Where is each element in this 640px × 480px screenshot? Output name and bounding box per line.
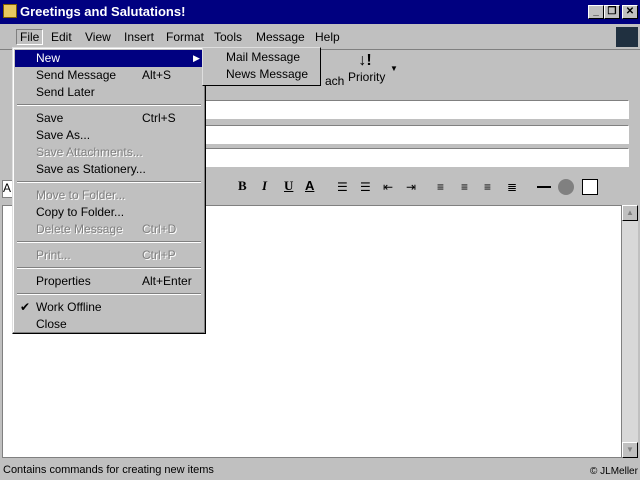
menu-item-send-message[interactable]: Send Message Alt+S	[15, 67, 203, 84]
menu-item-save[interactable]: Save Ctrl+S	[15, 110, 203, 127]
credit: © JLMeller	[590, 466, 638, 477]
align-right-icon[interactable]: ≡	[484, 180, 491, 194]
status-text: Contains commands for creating new items	[3, 464, 214, 476]
menu-item-save-attachments: Save Attachments...	[36, 145, 143, 159]
menu-view[interactable]: View	[85, 30, 111, 44]
maximize-button[interactable]: ❐	[604, 5, 620, 19]
menu-edit[interactable]: Edit	[51, 30, 72, 44]
separator	[17, 293, 201, 295]
decrease-indent-icon[interactable]: ⇤	[383, 180, 393, 194]
menu-item-print: Print... Ctrl+P	[36, 248, 176, 262]
menu-item-save-as-stationery[interactable]: Save as Stationery...	[15, 161, 203, 178]
priority-icon: ↓!	[358, 52, 372, 69]
file-menu: New ▶ Send Message Alt+S Send Later Save Ct…	[12, 47, 206, 334]
menu-insert[interactable]: Insert	[124, 30, 154, 44]
vertical-scrollbar[interactable]: ▲ ▼	[622, 205, 638, 458]
app-icon	[3, 4, 17, 18]
window-title: Greetings and Salutations!	[20, 4, 186, 19]
priority-dropdown-icon[interactable]: ▼	[390, 64, 398, 73]
menu-item-delete-message: Delete Message Ctrl+D	[36, 222, 177, 236]
scroll-down-icon[interactable]: ▼	[622, 442, 638, 458]
to-field[interactable]	[205, 100, 629, 119]
underline-button[interactable]: U	[284, 178, 293, 194]
separator	[17, 267, 201, 269]
justify-icon[interactable]: ≣	[507, 180, 517, 194]
new-submenu: Mail Message News Message	[202, 47, 321, 86]
menu-item-mail-message[interactable]: Mail Message	[205, 49, 318, 66]
minimize-button[interactable]: _	[588, 5, 604, 19]
menu-message[interactable]: Message	[256, 30, 305, 44]
menu-item-work-offline[interactable]: ✔ Work Offline	[15, 299, 203, 316]
insert-picture-icon[interactable]	[582, 179, 598, 195]
menu-item-send-later[interactable]: Send Later	[15, 84, 203, 101]
bold-button[interactable]: B	[238, 178, 247, 194]
numbering-icon[interactable]: ☰	[337, 180, 348, 194]
menu-format[interactable]: Format	[166, 30, 204, 44]
separator	[17, 181, 201, 183]
menu-item-save-as[interactable]: Save As...	[15, 127, 203, 144]
attach-button[interactable]: ach	[325, 74, 344, 88]
menu-item-news-message[interactable]: News Message	[205, 66, 318, 83]
submenu-arrow-icon: ▶	[193, 53, 200, 63]
windows-logo-icon	[616, 27, 638, 47]
priority-button[interactable]: ↓! Priority	[348, 52, 386, 84]
separator	[17, 241, 201, 243]
checkmark-icon: ✔	[20, 300, 31, 314]
hyperlink-icon[interactable]	[558, 179, 574, 195]
align-center-icon[interactable]: ≡	[461, 180, 468, 194]
menu-item-properties[interactable]: Properties Alt+Enter	[15, 273, 203, 290]
menu-item-new[interactable]: New ▶	[15, 50, 203, 67]
status-bar: Contains commands for creating new items…	[0, 462, 640, 480]
increase-indent-icon[interactable]: ⇥	[406, 180, 416, 194]
horizontal-line-icon[interactable]	[537, 186, 551, 188]
menu-bar: File Edit View Insert Format Tools Messa…	[0, 26, 640, 48]
close-button[interactable]: ✕	[622, 5, 638, 19]
subject-field[interactable]	[205, 148, 629, 167]
align-left-icon[interactable]: ≡	[437, 180, 444, 194]
menu-help[interactable]: Help	[315, 30, 340, 44]
cc-field[interactable]	[205, 125, 629, 144]
bullets-icon[interactable]: ☰	[360, 180, 371, 194]
title-bar: Greetings and Salutations! _ ❐ ✕	[0, 0, 640, 24]
menu-item-copy-to-folder[interactable]: Copy to Folder...	[15, 204, 203, 221]
font-color-button[interactable]: A	[305, 178, 314, 193]
menu-file[interactable]: File	[16, 29, 44, 45]
scroll-up-icon[interactable]: ▲	[622, 205, 638, 221]
separator	[17, 104, 201, 106]
menu-tools[interactable]: Tools	[214, 30, 242, 44]
menu-item-move-to-folder: Move to Folder...	[36, 188, 126, 202]
priority-label: Priority	[348, 70, 386, 84]
menu-item-close[interactable]: Close	[15, 316, 203, 333]
italic-button[interactable]: I	[262, 178, 267, 194]
